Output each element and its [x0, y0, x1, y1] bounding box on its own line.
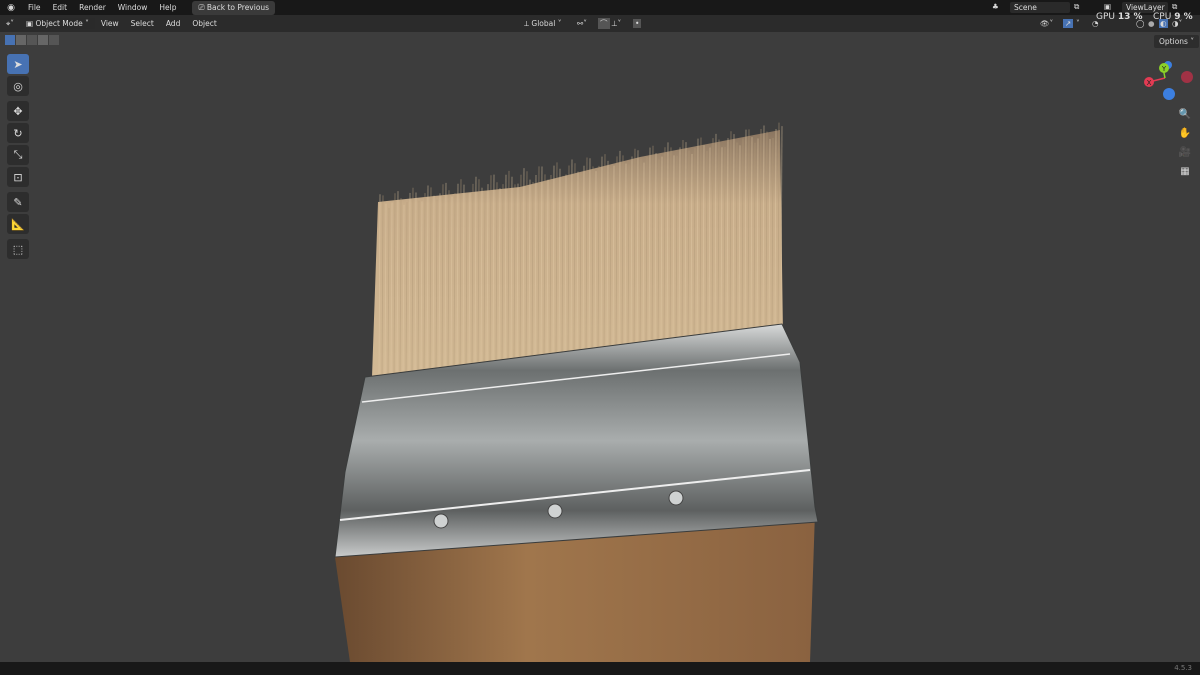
annotate-tool[interactable]: ✎: [7, 192, 29, 212]
mode-label: Object Mode: [35, 19, 83, 28]
transform-icon: ⊡: [13, 170, 23, 184]
camera-view-button[interactable]: 🎥: [1176, 143, 1194, 161]
cursor-arrow-icon: ➤: [13, 57, 23, 71]
hand-icon: ✋: [1178, 127, 1192, 139]
add-cube-tool[interactable]: ⬚: [7, 239, 29, 259]
scene-icon[interactable]: ♣: [992, 2, 999, 11]
rotate-icon: ↻: [13, 126, 23, 140]
3d-cursor-icon: ◎: [13, 79, 23, 93]
menu-add[interactable]: Add: [160, 18, 187, 29]
gizmo-dropdown-icon[interactable]: ˅: [1076, 19, 1080, 28]
scene-name: Scene: [1014, 3, 1037, 12]
perspective-toggle-button[interactable]: ▦: [1176, 162, 1194, 180]
zoom-icon: 🔍: [1178, 108, 1192, 120]
rivet: [668, 490, 684, 506]
proportional-edit-icon[interactable]: •: [633, 19, 642, 28]
gizmo-neg-z[interactable]: [1163, 88, 1175, 100]
snap-target-icon[interactable]: ⊥˅: [611, 19, 621, 28]
menu-render[interactable]: Render: [73, 3, 112, 12]
snap-icon[interactable]: ⌒: [598, 18, 610, 29]
paint-brush-model[interactable]: [334, 122, 819, 662]
transform-tool[interactable]: ⊡: [7, 167, 29, 187]
gpu-label: GPU: [1096, 12, 1115, 22]
cpu-label: CPU: [1153, 12, 1172, 22]
rivet: [433, 513, 449, 529]
scale-tool[interactable]: ⤡: [7, 145, 29, 165]
menu-edit[interactable]: Edit: [47, 3, 74, 12]
cpu-value: 9 %: [1174, 12, 1193, 22]
pan-view-button[interactable]: ✋: [1176, 124, 1194, 142]
move-icon: ✥: [13, 104, 23, 118]
gpu-stat: GPU 13 %: [1096, 12, 1143, 22]
scale-icon: ⤡: [13, 148, 23, 161]
viewport-header: ⌖˅ ▣ Object Mode ˅ View Select Add Objec…: [0, 15, 1200, 32]
menu-object[interactable]: Object: [186, 18, 222, 29]
new-view-layer-icon[interactable]: ⧉: [1172, 2, 1177, 12]
pivot-icon[interactable]: ⚯˅: [577, 19, 587, 28]
grid-icon: ▦: [1180, 165, 1190, 177]
gizmo-x-label: X: [1147, 79, 1152, 87]
new-scene-icon[interactable]: ⧉: [1074, 2, 1079, 12]
zoom-view-button[interactable]: 🔍: [1176, 105, 1194, 123]
move-tool[interactable]: ✥: [7, 101, 29, 121]
rotate-tool[interactable]: ↻: [7, 123, 29, 143]
gizmo-neg-x[interactable]: [1181, 71, 1193, 83]
annotate-icon: ✎: [13, 195, 23, 209]
gizmo-y-label: Y: [1161, 65, 1167, 73]
status-bar: 4.5.3: [0, 662, 1200, 675]
view-layer-name: ViewLayer: [1126, 3, 1165, 12]
transform-orientation-dropdown[interactable]: ⟂ Global ˅: [524, 19, 561, 29]
navigation-gizmo[interactable]: X Y: [1144, 61, 1193, 100]
cursor-tool[interactable]: ◎: [7, 76, 29, 96]
rivet: [547, 503, 563, 519]
gizmo-toggle-icon[interactable]: ↗: [1063, 19, 1074, 28]
back-to-previous-button[interactable]: ⎚ Back to Previous: [192, 0, 276, 15]
menu-file[interactable]: File: [22, 3, 47, 12]
add-cube-icon: ⬚: [12, 242, 24, 256]
editor-type-icon[interactable]: ⌖˅: [0, 18, 20, 30]
menu-window[interactable]: Window: [112, 3, 154, 12]
blender-logo-icon[interactable]: ◉: [0, 3, 22, 13]
measure-tool[interactable]: 📐: [7, 214, 29, 234]
visibility-icon[interactable]: 👁˅: [1040, 19, 1053, 28]
viewport-3d[interactable]: X Y: [0, 32, 1200, 662]
mode-selector[interactable]: ▣ Object Mode ˅: [19, 18, 95, 29]
orientation-label: Global: [531, 18, 556, 28]
gpu-value: 13 %: [1117, 12, 1143, 22]
version-label: 4.5.3: [1174, 664, 1192, 672]
scene-selector[interactable]: Scene: [1010, 2, 1070, 13]
menu-help[interactable]: Help: [153, 3, 182, 12]
menu-view[interactable]: View: [95, 18, 125, 29]
measure-icon: 📐: [11, 217, 25, 231]
menu-select[interactable]: Select: [125, 18, 160, 29]
top-bar: ◉ File Edit Render Window Help ⎚ Back to…: [0, 0, 1200, 15]
cpu-stat: CPU 9 %: [1153, 12, 1193, 22]
view-layer-icon[interactable]: ▣: [1104, 2, 1111, 11]
select-box-tool[interactable]: ➤: [7, 54, 29, 74]
camera-icon: 🎥: [1178, 146, 1192, 158]
back-label: Back to Previous: [206, 2, 270, 12]
